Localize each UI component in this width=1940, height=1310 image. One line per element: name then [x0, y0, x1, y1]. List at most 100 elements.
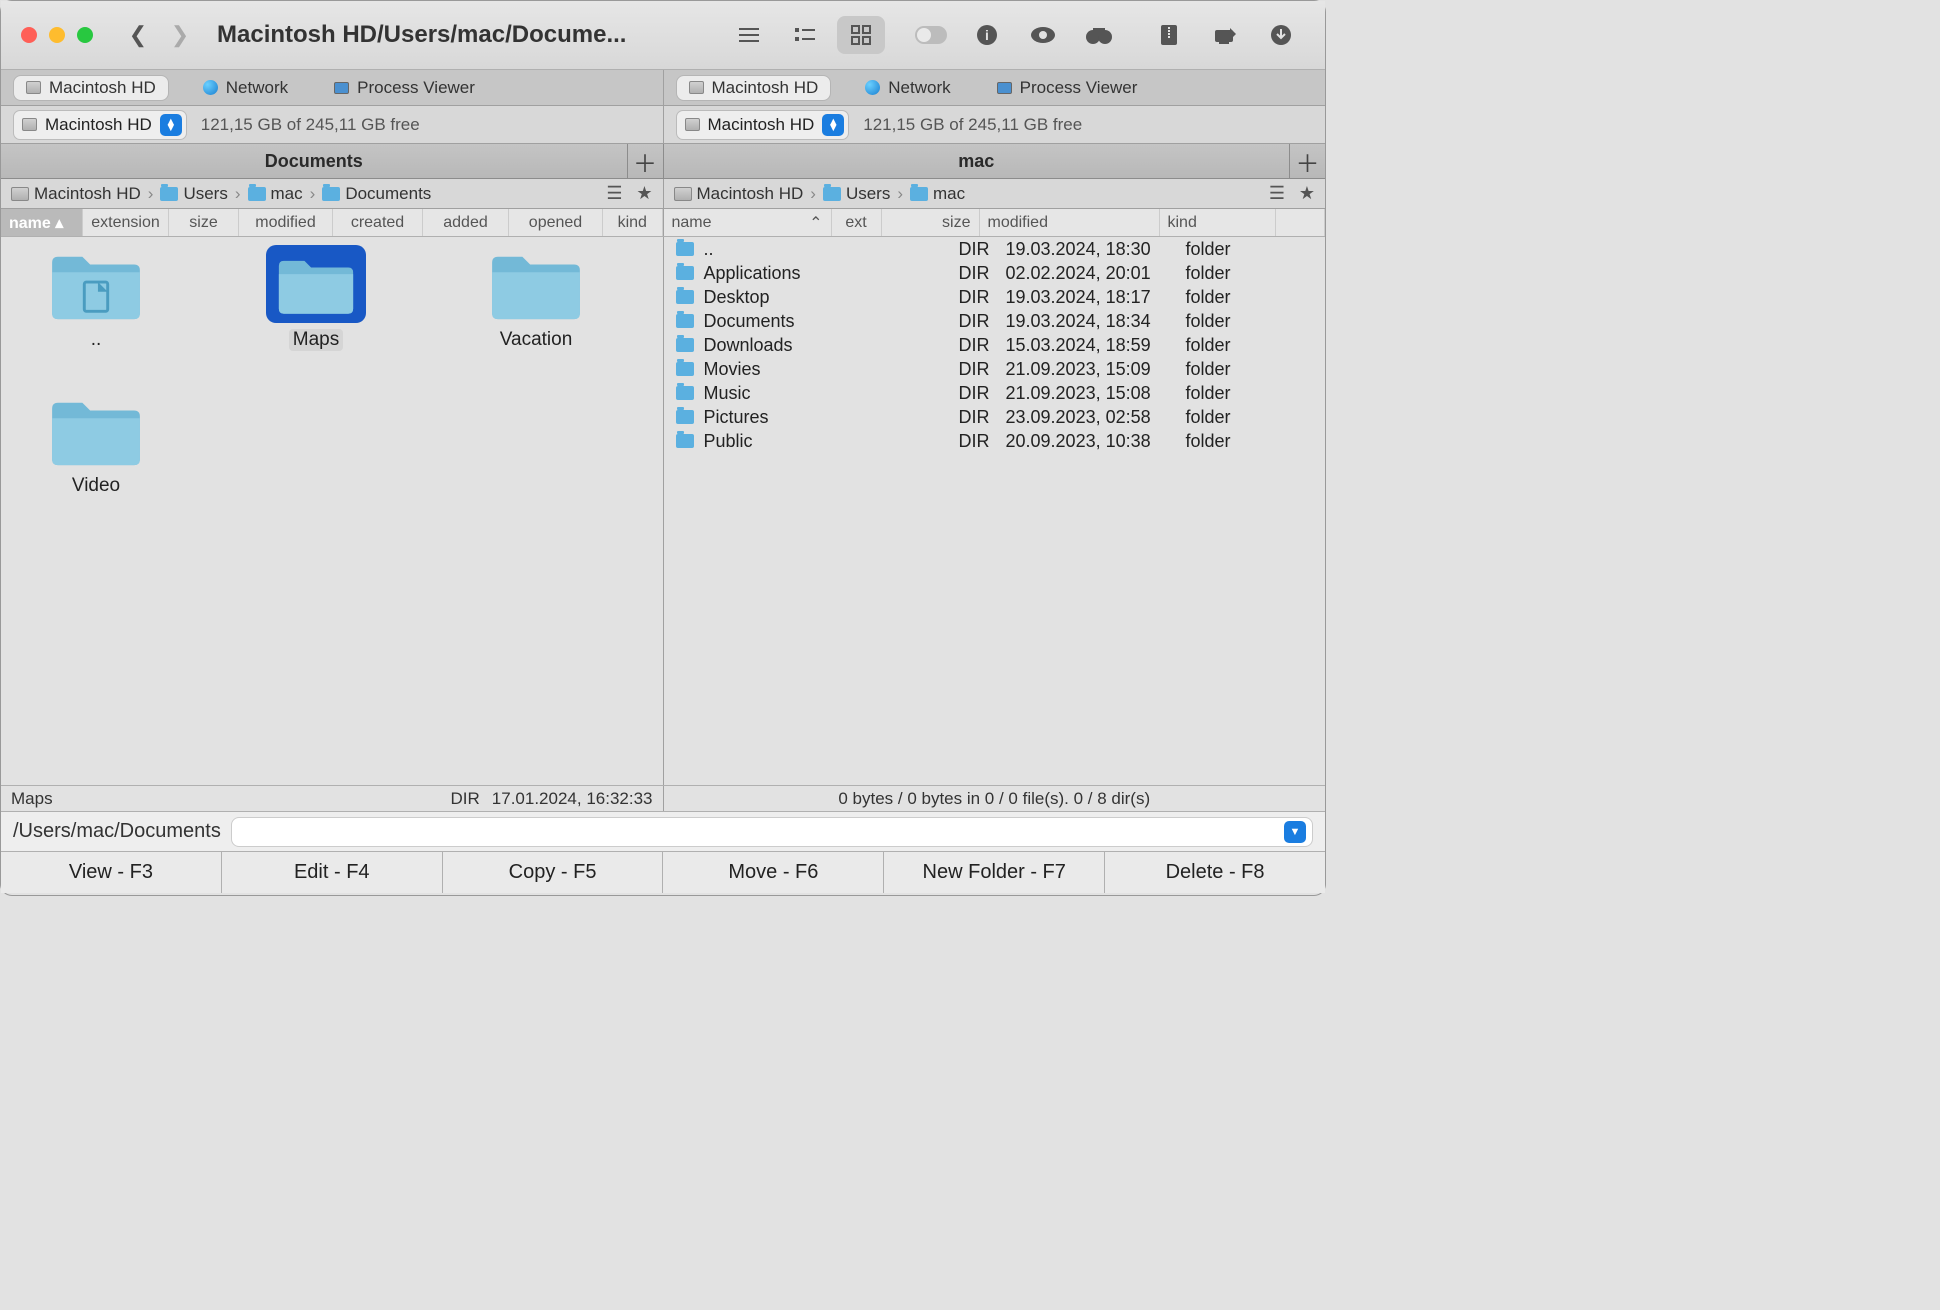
breadcrumb-segment[interactable]: Users [160, 184, 227, 204]
path-row: /Users/mac/Documents ▼ [1, 811, 1325, 851]
status-bar: Maps DIR 17.01.2024, 16:32:33 0 bytes / … [1, 785, 1325, 811]
binoculars-icon[interactable] [1075, 16, 1123, 54]
column-header-added[interactable]: added [423, 209, 509, 236]
breadcrumb-segment[interactable]: mac [910, 184, 965, 204]
view-columns-icon[interactable] [781, 16, 829, 54]
column-header-kind[interactable]: kind [603, 209, 663, 236]
tab-label: Network [226, 78, 288, 98]
column-header-created[interactable]: created [333, 209, 423, 236]
download-icon[interactable] [1257, 16, 1305, 54]
item-label: Vacation [500, 329, 573, 351]
column-header-name[interactable]: name ▴ [1, 209, 83, 236]
cell-modified: 19.03.2024, 18:34 [998, 311, 1178, 332]
breadcrumb-label: Documents [345, 184, 431, 204]
archive-icon[interactable] [1145, 16, 1193, 54]
column-header-opened[interactable]: opened [509, 209, 603, 236]
breadcrumb-label: Macintosh HD [34, 184, 141, 204]
main-panes: .. Maps Vacation Video ..DIR19.03.2024, 18:… [1, 237, 1325, 785]
status-summary: 0 bytes / 0 bytes in 0 / 0 file(s). 0 / … [838, 789, 1150, 809]
add-tab-button[interactable]: ＋ [1289, 144, 1325, 179]
cell-kind: folder [1178, 287, 1294, 308]
cell-modified: 21.09.2023, 15:09 [998, 359, 1178, 380]
column-header-size[interactable]: size [882, 209, 980, 236]
close-icon[interactable] [21, 27, 37, 43]
star-icon[interactable]: ★ [631, 181, 659, 207]
list-small-icon[interactable]: ☰ [601, 181, 629, 207]
list-row[interactable]: MoviesDIR21.09.2023, 15:09folder [664, 357, 1326, 381]
info-icon[interactable]: i [963, 16, 1011, 54]
location-tab[interactable]: Network [191, 75, 300, 101]
zoom-icon[interactable] [77, 27, 93, 43]
breadcrumb-label: mac [933, 184, 965, 204]
cell-kind: folder [1178, 383, 1294, 404]
function-button[interactable]: Edit - F4 [222, 852, 443, 893]
list-row[interactable]: ApplicationsDIR02.02.2024, 20:01folder [664, 261, 1326, 285]
location-tab[interactable]: Process Viewer [322, 75, 487, 101]
star-icon[interactable]: ★ [1293, 181, 1321, 207]
grid-item[interactable]: .. [31, 245, 161, 351]
cell-kind: folder [1178, 239, 1294, 260]
list-row[interactable]: DocumentsDIR19.03.2024, 18:34folder [664, 309, 1326, 333]
cell-size: DIR [900, 431, 998, 452]
function-button[interactable]: Delete - F8 [1105, 852, 1325, 893]
folder-icon [676, 290, 694, 304]
function-button[interactable]: Move - F6 [663, 852, 884, 893]
grid-item[interactable]: Vacation [471, 245, 601, 351]
globe-icon [865, 80, 880, 95]
view-grid-icon[interactable] [837, 16, 885, 54]
cell-name: Public [704, 431, 850, 452]
function-button[interactable]: New Folder - F7 [884, 852, 1105, 893]
breadcrumb-segment[interactable]: Users [823, 184, 890, 204]
breadcrumb-segment[interactable]: Macintosh HD [11, 184, 141, 204]
breadcrumb-label: mac [271, 184, 303, 204]
list-row[interactable]: MusicDIR21.09.2023, 15:08folder [664, 381, 1326, 405]
drive-icon [685, 118, 700, 131]
folder-icon [676, 362, 694, 376]
view-list-icon[interactable] [725, 16, 773, 54]
forward-button[interactable]: ❯ [163, 18, 197, 52]
list-row[interactable]: ..DIR19.03.2024, 18:30folder [664, 237, 1326, 261]
breadcrumb-segment[interactable]: mac [248, 184, 303, 204]
column-header-modified[interactable]: modified [980, 209, 1160, 236]
column-header-name[interactable]: name⌃ [664, 209, 832, 236]
column-header-modified[interactable]: modified [239, 209, 333, 236]
cell-name: Downloads [704, 335, 850, 356]
grid-item[interactable]: Video [31, 391, 161, 497]
location-tab[interactable]: Process Viewer [985, 75, 1150, 101]
location-tab[interactable]: Macintosh HD [676, 75, 832, 101]
function-button[interactable]: View - F3 [1, 852, 222, 893]
minimize-icon[interactable] [49, 27, 65, 43]
list-row[interactable]: PicturesDIR23.09.2023, 02:58folder [664, 405, 1326, 429]
add-tab-button[interactable]: ＋ [627, 144, 663, 179]
column-header-ext[interactable]: ext [832, 209, 882, 236]
cell-size: DIR [900, 359, 998, 380]
list-row[interactable]: DesktopDIR19.03.2024, 18:17folder [664, 285, 1326, 309]
drive-select-left[interactable]: Macintosh HD ▲▼ [13, 110, 187, 140]
command-input[interactable]: ▼ [231, 817, 1313, 847]
cell-size: DIR [900, 335, 998, 356]
breadcrumb-segment[interactable]: Macintosh HD [674, 184, 804, 204]
location-tab[interactable]: Network [853, 75, 962, 101]
share-icon[interactable] [1201, 16, 1249, 54]
toggle-switch-icon[interactable] [907, 16, 955, 54]
location-tab[interactable]: Macintosh HD [13, 75, 169, 101]
panel-tab-right[interactable]: mac [664, 151, 1290, 172]
panel-tab-left[interactable]: Documents [1, 151, 627, 172]
column-header-extension[interactable]: extension [83, 209, 169, 236]
function-button[interactable]: Copy - F5 [443, 852, 664, 893]
list-row[interactable]: DownloadsDIR15.03.2024, 18:59folder [664, 333, 1326, 357]
list-row[interactable]: PublicDIR20.09.2023, 10:38folder [664, 429, 1326, 453]
column-header-size[interactable]: size [169, 209, 239, 236]
drive-icon [11, 187, 29, 201]
back-button[interactable]: ❮ [121, 18, 155, 52]
grid-item[interactable]: Maps [251, 245, 381, 351]
breadcrumb-segment[interactable]: Documents [322, 184, 431, 204]
list-small-icon[interactable]: ☰ [1263, 181, 1291, 207]
drive-select-right[interactable]: Macintosh HD ▲▼ [676, 110, 850, 140]
column-header-kind[interactable]: kind [1160, 209, 1276, 236]
drive-icon [674, 187, 692, 201]
cell-kind: folder [1178, 359, 1294, 380]
drive-icon [689, 81, 704, 94]
preview-icon[interactable] [1019, 16, 1067, 54]
item-label: Maps [289, 329, 343, 351]
